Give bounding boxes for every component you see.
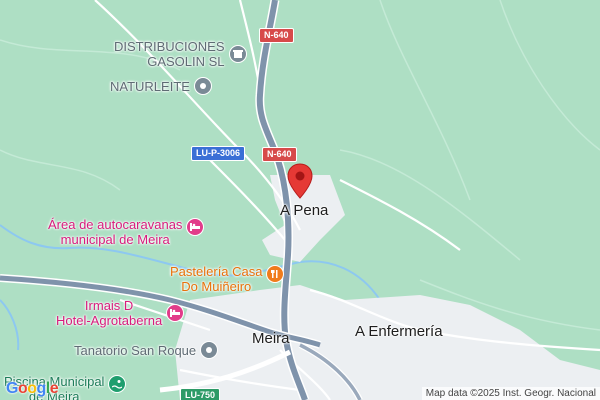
place-label-a-enfermeria[interactable]: A Enfermería [355,323,443,340]
poi-label: Tanatorio San Roque [74,342,197,358]
place-label-meira[interactable]: Meira [252,330,290,347]
road-shield-lu-p-3006: LU-P-3006 [191,146,246,161]
poi-tanatorio-san-roque[interactable]: Tanatorio San Roque [74,341,219,359]
store-icon [228,45,247,63]
poi-label: DISTRIBUCIONES GASOLIN SL [114,39,225,69]
place-label-a-pena[interactable]: A Pena [280,202,328,219]
poi-area-autocaravanas[interactable]: Área de autocaravanas municipal de Meira [48,217,205,247]
poi-label: Área de autocaravanas municipal de Meira [48,217,183,247]
google-logo: Google [6,380,59,397]
bed-icon [186,218,205,236]
poi-label: NATURLEITE [110,78,190,94]
store-icon [193,77,212,95]
poi-label: Pastelería Casa Do Muiñeiro [170,264,263,294]
road-shield-n640-mid: N-640 [262,147,297,162]
road-shield-lu-750: LU-750 [180,388,221,400]
map-canvas[interactable]: N-640 N-640 LU-P-3006 LU-750 A Pena Meir… [0,0,600,400]
poi-pasteleria-casa-do-muineiro[interactable]: Pastelería Casa Do Muiñeiro [170,264,284,294]
poi-hotel-agrotaberna[interactable]: Irmais D Hotel-Agrotaberna [56,298,185,328]
bed-icon [166,304,185,322]
poi-distribuciones-gasolin[interactable]: DISTRIBUCIONES GASOLIN SL [114,39,247,69]
swimming-icon [108,375,127,393]
poi-label: Irmais D Hotel-Agrotaberna [56,298,163,328]
location-marker-pin-icon[interactable] [287,163,313,204]
store-icon [200,341,219,359]
poi-naturleite[interactable]: NATURLEITE [110,77,212,95]
road-shield-n640-top: N-640 [259,28,294,43]
restaurant-icon [265,265,284,283]
map-attribution[interactable]: Map data ©2025 Inst. Geogr. Nacional [421,387,600,400]
